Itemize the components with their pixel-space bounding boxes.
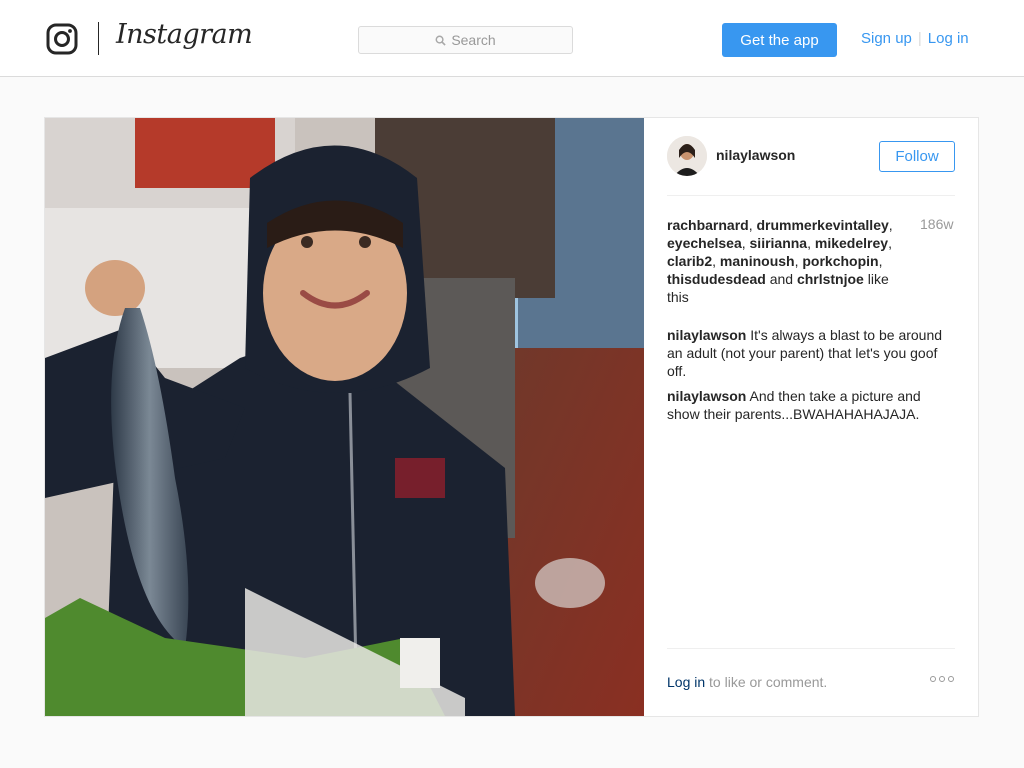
dot-icon <box>948 676 954 682</box>
comment-username-link[interactable]: nilaylawson <box>667 388 746 404</box>
liker-username[interactable]: clarib2 <box>667 253 712 269</box>
liker-username[interactable]: eyechelsea <box>667 235 742 251</box>
liker-username[interactable]: chrlstnjoe <box>797 271 864 287</box>
likes-and-word: and <box>769 271 794 287</box>
follow-button[interactable]: Follow <box>879 141 955 172</box>
comment: nilaylawson And then take a picture and … <box>667 387 957 423</box>
post-footer: Log in to like or comment. <box>667 648 955 716</box>
liker-username[interactable]: porkchopin <box>802 253 878 269</box>
search-input[interactable]: Search <box>358 26 573 54</box>
post-author-header: nilaylawson Follow <box>667 136 955 196</box>
comment: nilaylawson It's always a blast to be ar… <box>667 326 957 380</box>
avatar-image <box>667 136 707 176</box>
footer-log-in-link[interactable]: Log in <box>667 674 705 690</box>
dot-icon <box>930 676 936 682</box>
liker-username[interactable]: siirianna <box>750 235 808 251</box>
post-card: nilaylawson Follow rachbarnard, drummerk… <box>44 117 979 717</box>
post-photo-illustration <box>45 118 644 716</box>
log-in-link[interactable]: Log in <box>928 30 969 47</box>
instagram-camera-icon[interactable] <box>46 23 78 55</box>
auth-separator: | <box>917 30 922 47</box>
liker-username[interactable]: rachbarnard <box>667 217 749 233</box>
search-icon <box>435 35 446 46</box>
post-timestamp[interactable]: 186w <box>920 216 953 232</box>
liker-username[interactable]: drummerkevintalley <box>756 217 888 233</box>
instagram-wordmark-logo[interactable]: Instagram <box>116 19 253 50</box>
search-placeholder: Search <box>451 32 496 48</box>
dot-icon <box>939 676 945 682</box>
auth-links: Sign up | Log in <box>861 30 969 47</box>
likes-summary: rachbarnard, drummerkevintalley, eyechel… <box>667 217 893 305</box>
post-sidebar: nilaylawson Follow rachbarnard, drummerk… <box>644 118 978 716</box>
post-photo[interactable] <box>45 118 644 716</box>
author-username-link[interactable]: nilaylawson <box>716 147 795 163</box>
liker-username[interactable]: mikedelrey <box>815 235 888 251</box>
liker-username[interactable]: maninoush <box>720 253 795 269</box>
avatar[interactable] <box>667 136 707 176</box>
logo-divider <box>98 22 99 55</box>
login-prompt: Log in to like or comment. <box>667 674 827 690</box>
top-nav-bar: Instagram Search Get the app Sign up | Log… <box>0 0 1024 77</box>
sign-up-link[interactable]: Sign up <box>861 30 912 47</box>
more-options-icon[interactable] <box>930 676 954 682</box>
get-the-app-button[interactable]: Get the app <box>722 23 837 57</box>
comment-username-link[interactable]: nilaylawson <box>667 327 746 343</box>
login-prompt-text: to like or comment. <box>709 674 828 690</box>
liker-username[interactable]: thisdudesdead <box>667 271 766 287</box>
